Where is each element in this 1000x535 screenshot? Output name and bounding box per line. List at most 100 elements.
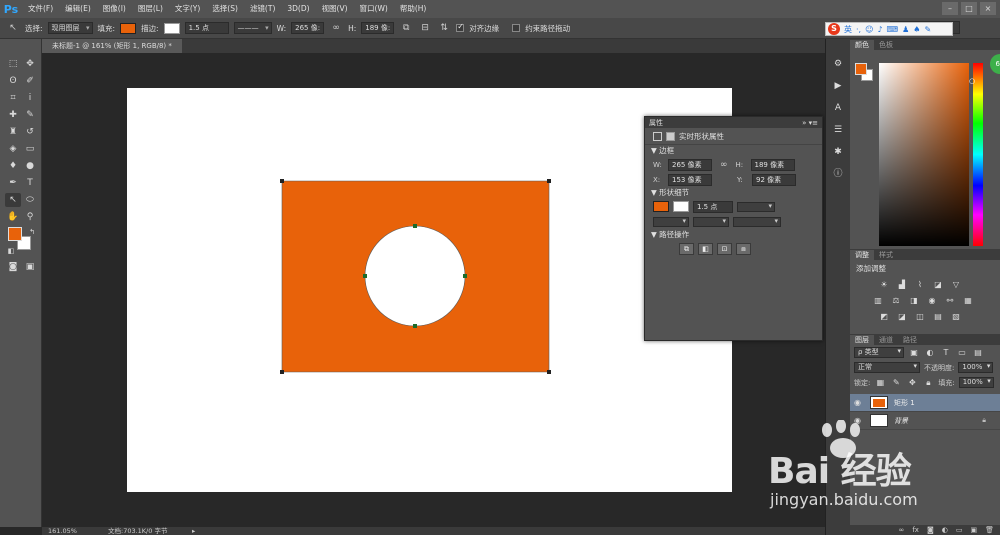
mask-icon[interactable] — [653, 131, 662, 141]
eyedropper-tool-icon[interactable]: ⅰ — [22, 91, 38, 105]
ime-tools-icon[interactable]: ✎ — [924, 25, 931, 34]
stroke-swatch[interactable] — [163, 22, 180, 34]
hue-slider[interactable] — [973, 63, 983, 246]
foreground-color-swatch[interactable] — [8, 227, 22, 241]
blur-tool-icon[interactable]: ♦ — [5, 159, 21, 173]
tab-paths[interactable]: 路径 — [898, 335, 922, 345]
link-layers-icon[interactable]: ∞ — [899, 525, 905, 535]
lock-position-icon[interactable]: ✥ — [906, 377, 918, 389]
menu-file[interactable]: 文件(F) — [22, 0, 59, 18]
document-tab[interactable]: 未标题-1 @ 161% (矩形 1, RGB/8) * — [42, 39, 182, 53]
layer-row[interactable]: ◉ 背景 🔒︎ — [850, 412, 1000, 430]
visibility-eye-icon[interactable]: ◉ — [854, 398, 864, 407]
visibility-eye-icon[interactable]: ◉ — [854, 416, 864, 425]
stroke-type-dropdown[interactable]: ——— — [233, 22, 272, 34]
properties-tab[interactable]: 属性 — [649, 118, 663, 128]
properties-icon[interactable]: ☰ — [830, 123, 846, 137]
blend-mode-dropdown[interactable]: 正常 — [854, 362, 920, 373]
combine-shapes-icon[interactable]: ⧉ — [679, 242, 694, 255]
healing-brush-tool-icon[interactable]: ✚ — [5, 108, 21, 122]
clone-stamp-tool-icon[interactable]: ♜ — [5, 125, 21, 139]
selective-color-icon[interactable]: ▧ — [950, 311, 962, 323]
layer-filter-dropdown[interactable]: ρ 类型 — [854, 347, 904, 358]
status-menu-icon[interactable]: ▸ — [192, 527, 195, 535]
dodge-tool-icon[interactable]: ● — [22, 159, 38, 173]
brush-presets-icon[interactable]: ✱ — [830, 145, 846, 159]
shape-properties-icon[interactable] — [666, 131, 675, 141]
info-icon[interactable]: ⓘ — [830, 167, 846, 181]
panel-menu-icon[interactable]: » ▾≡ — [802, 119, 818, 127]
move-tool-icon[interactable]: ✥ — [22, 57, 38, 71]
layer-name[interactable]: 背景 — [894, 416, 908, 426]
menu-help[interactable]: 帮助(H) — [394, 0, 433, 18]
actions-icon[interactable]: ▶ — [830, 79, 846, 93]
subtract-shapes-icon[interactable]: ◧ — [698, 242, 713, 255]
gradient-map-icon[interactable]: ▤ — [932, 311, 944, 323]
filter-shape-icon[interactable]: ▭ — [956, 347, 968, 359]
stroke-swatch[interactable] — [673, 201, 689, 212]
marquee-tool-icon[interactable]: ⬚ — [5, 57, 21, 71]
invert-icon[interactable]: ◩ — [878, 311, 890, 323]
tab-swatches[interactable]: 色板 — [874, 40, 898, 50]
x-field[interactable]: 153 像素 — [668, 173, 712, 186]
ime-keyboard-icon[interactable]: ⌨ — [887, 25, 899, 34]
height-field[interactable]: 189 像素 — [750, 158, 795, 171]
fx-icon[interactable]: fx — [912, 525, 919, 535]
new-adjustment-icon[interactable]: ◐ — [942, 525, 948, 535]
ime-english-icon[interactable]: 英 — [844, 24, 852, 35]
maximize-icon[interactable]: □ — [961, 2, 977, 15]
ime-punct-icon[interactable]: ·, — [856, 25, 861, 34]
pen-tool-icon[interactable]: ✒ — [5, 176, 21, 190]
threshold-icon[interactable]: ◫ — [914, 311, 926, 323]
close-icon[interactable]: × — [980, 2, 996, 15]
filter-smart-icon[interactable]: ▤ — [972, 347, 984, 359]
fill-swatch[interactable] — [120, 22, 137, 34]
fill-field[interactable]: 100% — [958, 377, 994, 388]
history-brush-tool-icon[interactable]: ↺ — [22, 125, 38, 139]
color-field[interactable] — [879, 63, 969, 246]
stroke-cap-dropdown[interactable] — [693, 216, 729, 227]
new-layer-icon[interactable]: ▣ — [970, 525, 977, 535]
color-lookup-icon[interactable]: ▦ — [962, 295, 974, 307]
ime-skin-icon[interactable]: ♠ — [913, 25, 920, 34]
screen-mode-icon[interactable]: ▣ — [22, 260, 38, 274]
intersect-shapes-icon[interactable]: ⊡ — [717, 242, 732, 255]
menu-layer[interactable]: 图层(L) — [132, 0, 169, 18]
path-alignment-icon[interactable]: ⊟ — [418, 22, 432, 35]
zoom-level[interactable]: 161.05% — [48, 527, 77, 535]
tab-styles[interactable]: 样式 — [874, 250, 898, 260]
tab-channels[interactable]: 通道 — [874, 335, 898, 345]
path-select-tool-icon[interactable]: ↖ — [6, 22, 20, 35]
delete-layer-icon[interactable]: 🗑︎ — [985, 525, 994, 535]
levels-icon[interactable]: ▟ — [896, 279, 908, 291]
default-colors-icon[interactable]: ◧ — [3, 244, 19, 258]
hand-tool-icon[interactable]: ✋ — [5, 210, 21, 224]
path-operations-icon[interactable]: ⧉ — [399, 22, 413, 35]
minimize-icon[interactable]: – — [942, 2, 958, 15]
path-selection-tool-icon[interactable]: ↖ — [5, 193, 21, 207]
quick-mask-icon[interactable]: ◙ — [5, 260, 21, 274]
ime-emoji-icon[interactable]: ☺ — [865, 25, 873, 34]
filter-adjust-icon[interactable]: ◐ — [924, 347, 936, 359]
color-foreground-swatch[interactable] — [855, 63, 867, 75]
zoom-tool-icon[interactable]: ⚲ — [22, 210, 38, 224]
link-icon[interactable]: ∞ — [329, 22, 343, 35]
lock-all-icon[interactable]: 🔒︎ — [922, 377, 934, 389]
new-group-icon[interactable]: ▭ — [956, 525, 963, 535]
bw-icon[interactable]: ◨ — [908, 295, 920, 307]
eraser-tool-icon[interactable]: ◈ — [5, 142, 21, 156]
layer-row[interactable]: ◉ 矩形 1 — [850, 394, 1000, 412]
ellipse-tool-icon[interactable]: ⬭ — [22, 193, 38, 207]
menu-type[interactable]: 文字(Y) — [169, 0, 206, 18]
menu-edit[interactable]: 编辑(E) — [59, 0, 97, 18]
menu-window[interactable]: 窗口(W) — [354, 0, 394, 18]
filter-pixel-icon[interactable]: ▣ — [908, 347, 920, 359]
menu-image[interactable]: 图像(I) — [97, 0, 132, 18]
lasso-tool-icon[interactable]: ʘ — [5, 74, 21, 88]
quick-select-tool-icon[interactable]: ✐ — [22, 74, 38, 88]
constrain-path-checkbox[interactable] — [512, 24, 521, 32]
menu-view[interactable]: 视图(V) — [316, 0, 354, 18]
tab-color[interactable]: 颜色 — [850, 40, 874, 50]
photo-filter-icon[interactable]: ◉ — [926, 295, 938, 307]
lock-pixels-icon[interactable]: ✎ — [890, 377, 902, 389]
